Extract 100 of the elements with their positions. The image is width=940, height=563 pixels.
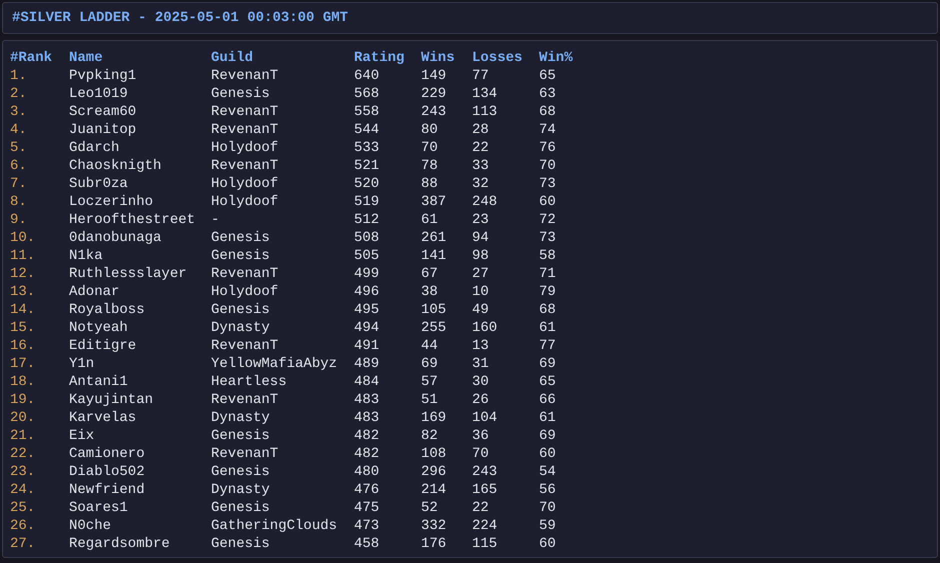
losses-cell-text: 23 [472,211,490,229]
rank-cell-text: 8. [10,193,28,211]
rank-cell-text: 1. [10,67,28,85]
column-header: Guild [211,49,254,67]
wins-cell-text: 296 [421,463,448,481]
losses-cell-text: 10 [472,283,490,301]
name-cell-text: Eix [69,427,96,445]
name-cell-text: Subr0za [69,175,129,193]
winrate-cell-text: 61 [539,409,557,427]
guild-cell-text: Holydoof [211,139,280,157]
wins-cell-text: 387 [421,193,448,211]
winrate-cell-text: 76 [539,139,557,157]
name-cell-text: Chaosknigth [69,157,162,175]
rank-cell-text: 5. [10,139,28,157]
guild-cell-text: RevenanT [211,121,280,139]
name-cell-text: Loczerinho [69,193,154,211]
rating-cell-text: 533 [354,139,380,157]
losses-cell-text: 160 [472,319,498,337]
losses-cell-text: 98 [472,247,490,265]
name-cell-text: 0danobunaga [69,229,162,247]
winrate-cell-text: 65 [539,67,557,85]
guild-cell-text: Genesis [211,427,271,445]
losses-cell-text: 22 [472,139,490,157]
name-cell-text: N1ka [69,247,104,265]
winrate-cell-text: 70 [539,157,557,175]
guild-cell-text: RevenanT [211,265,280,283]
rating-cell-text: 495 [354,301,380,319]
rank-cell-text: 12. [10,265,36,283]
losses-cell-text: 49 [472,301,490,319]
column-header: Name [69,49,104,67]
wins-cell-text: 69 [421,355,439,373]
winrate-cell-text: 60 [539,535,557,553]
wins-cell-text: 61 [421,211,439,229]
winrate-cell-text: 61 [539,319,557,337]
guild-cell-text: RevenanT [211,103,280,121]
column-header: Rating [354,49,406,67]
wins-cell-text: 243 [421,103,448,121]
rating-cell-text: 568 [354,85,380,103]
losses-cell-text: 165 [472,481,498,499]
name-cell-text: Pvpking1 [69,67,138,85]
wins-cell-text: 261 [421,229,448,247]
rating-cell-text: 512 [354,211,380,229]
losses-cell-text: 26 [472,391,490,409]
rank-cell-text: 15. [10,319,36,337]
losses-cell-text: 77 [472,67,490,85]
winrate-cell-text: 71 [539,265,557,283]
name-cell-text: Editigre [69,337,138,355]
losses-cell-text: 22 [472,499,490,517]
losses-cell-text: 104 [472,409,498,427]
wins-cell-text: 82 [421,427,439,445]
rating-cell-text: 496 [354,283,380,301]
losses-cell-text: 94 [472,229,490,247]
guild-cell-text: Genesis [211,499,271,517]
winrate-cell-text: 65 [539,373,557,391]
losses-cell-text: 115 [472,535,498,553]
rating-cell-text: 520 [354,175,380,193]
winrate-cell-text: 73 [539,175,557,193]
rating-cell-text: 491 [354,337,380,355]
winrate-cell-text: 73 [539,229,557,247]
guild-cell-text: RevenanT [211,67,280,85]
guild-cell-text: Heartless [211,373,288,391]
rank-cell-text: 21. [10,427,36,445]
winrate-cell-text: 60 [539,445,557,463]
guild-cell-text: RevenanT [211,157,280,175]
guild-cell-text: Genesis [211,85,271,103]
wins-cell-text: 57 [421,373,439,391]
rank-cell-text: 22. [10,445,36,463]
name-cell-text: Notyeah [69,319,129,337]
ladder-title: #SILVER LADDER - 2025-05-01 00:03:00 GMT [12,8,348,28]
rating-cell-text: 458 [354,535,380,553]
wins-cell-text: 78 [421,157,439,175]
rating-cell-text: 475 [354,499,380,517]
wins-cell-text: 149 [421,67,448,85]
column-header: Win% [539,49,574,67]
name-cell-text: Kayujintan [69,391,154,409]
losses-cell-text: 134 [472,85,498,103]
winrate-cell-text: 69 [539,427,557,445]
rating-cell-text: 476 [354,481,380,499]
guild-cell-text: Genesis [211,229,271,247]
losses-cell-text: 243 [472,463,498,481]
rank-cell-text: 16. [10,337,36,355]
rating-cell-text: 558 [354,103,380,121]
rating-cell-text: 473 [354,517,380,535]
losses-cell-text: 70 [472,445,490,463]
name-cell-text: Camionero [69,445,146,463]
name-cell-text: Leo1019 [69,85,129,103]
rank-cell-text: 10. [10,229,36,247]
winrate-cell-text: 58 [539,247,557,265]
losses-cell-text: 248 [472,193,498,211]
name-cell-text: Scream60 [69,103,138,121]
winrate-cell-text: 68 [539,301,557,319]
winrate-cell-text: 69 [539,355,557,373]
winrate-cell-text: 54 [539,463,557,481]
guild-cell-text: RevenanT [211,337,280,355]
guild-cell-text: RevenanT [211,391,280,409]
name-cell-text: Karvelas [69,409,138,427]
name-cell-text: Royalboss [69,301,146,319]
name-cell-text: Juanitop [69,121,138,139]
guild-cell-text: Genesis [211,247,271,265]
name-cell-text: Ruthlessslayer [69,265,188,283]
